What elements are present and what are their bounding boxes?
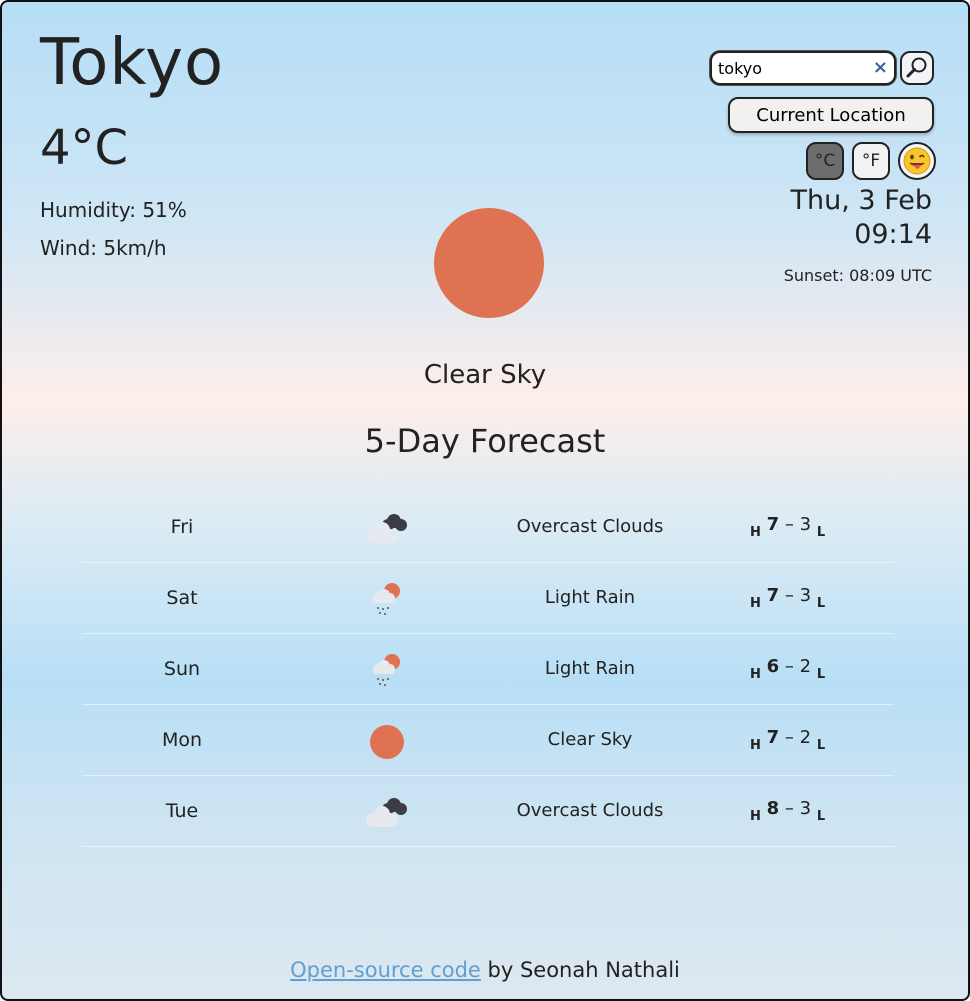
range-separator: –	[784, 585, 794, 606]
author-credit: by Seonah Nathali	[480, 958, 680, 982]
high-label: H	[750, 596, 761, 611]
forecast-day: Sat	[166, 587, 198, 609]
forecast-row: Sun Light Rain H 6 – 2 L	[82, 634, 894, 705]
forecast-row: Fri Overcast Clouds H 7 – 3 L	[82, 492, 894, 563]
humidity-text: Humidity: 51%	[40, 198, 187, 222]
range-separator: –	[784, 514, 794, 535]
forecast-temp-range: H 7 – 3 L	[750, 514, 825, 540]
forecast-high: 7	[766, 585, 780, 606]
low-label: L	[816, 525, 826, 540]
sun-icon	[434, 208, 544, 318]
high-label: H	[750, 738, 761, 753]
forecast-row: Tue Overcast Clouds H 8 – 3 L	[82, 776, 894, 847]
current-temperature: 4°C	[40, 120, 129, 176]
high-label: H	[750, 525, 761, 540]
low-label: L	[816, 667, 826, 682]
forecast-temp-range: H 7 – 2 L	[750, 727, 825, 753]
weather-app: Tokyo 4°C Humidity: 51% Wind: 5km/h × Cu…	[0, 0, 970, 1001]
forecast-description: Overcast Clouds	[516, 516, 664, 537]
source-code-link[interactable]: Open-source code	[290, 958, 481, 982]
forecast-temp-range: H 6 – 2 L	[750, 656, 825, 682]
forecast-high: 7	[766, 727, 780, 748]
range-separator: –	[784, 798, 794, 819]
current-condition: Clear Sky	[423, 360, 547, 390]
forecast-high: 7	[766, 514, 780, 535]
forecast-high: 6	[766, 656, 780, 677]
low-label: L	[816, 809, 826, 824]
forecast-temp-range: H 8 – 3 L	[750, 798, 825, 824]
light-rain-icon	[373, 583, 400, 615]
city-name: Tokyo	[40, 26, 225, 100]
forecast-description: Light Rain	[544, 587, 636, 608]
forecast-day: Fri	[170, 516, 194, 538]
current-time: 09:14	[854, 219, 932, 250]
low-label: L	[816, 738, 826, 753]
search-box: ×	[710, 51, 896, 85]
low-label: L	[816, 596, 826, 611]
celsius-button[interactable]: °C	[806, 142, 844, 180]
overcast-clouds-icon	[366, 514, 407, 543]
range-separator: –	[784, 656, 794, 677]
magnifier-icon	[906, 57, 927, 78]
forecast-description: Overcast Clouds	[516, 800, 664, 821]
forecast-day: Mon	[161, 729, 203, 751]
forecast-description: Clear Sky	[547, 729, 633, 750]
clear-search-icon[interactable]: ×	[873, 57, 888, 78]
forecast-low: 3	[799, 798, 812, 819]
light-rain-icon	[373, 654, 400, 686]
forecast-temp-range: H 7 – 3 L	[750, 585, 825, 611]
forecast-low: 2	[799, 727, 812, 748]
search-button[interactable]	[900, 51, 934, 85]
forecast-high: 8	[766, 798, 780, 819]
theme-toggle-button[interactable]	[898, 142, 936, 180]
tongue-face-emoji-icon	[903, 147, 931, 175]
sunset-time: Sunset: 08:09 UTC	[783, 266, 932, 285]
fahrenheit-button[interactable]: °F	[852, 142, 890, 180]
wind-text: Wind: 5km/h	[40, 236, 167, 260]
forecast-day: Tue	[165, 800, 199, 822]
forecast-description: Light Rain	[544, 658, 636, 679]
forecast-low: 3	[799, 514, 812, 535]
current-date: Thu, 3 Feb	[790, 185, 932, 216]
forecast-day: Sun	[163, 658, 201, 680]
overcast-clouds-icon	[366, 798, 407, 827]
forecast-title: 5-Day Forecast	[364, 422, 606, 460]
forecast-row: Sat Light Rain H 7 – 3 L	[82, 563, 894, 634]
clear-sky-icon	[370, 725, 404, 759]
high-label: H	[750, 809, 761, 824]
forecast-low: 3	[799, 585, 812, 606]
footer: Open-source code by Seonah Nathali	[2, 958, 968, 982]
range-separator: –	[784, 727, 794, 748]
forecast-row: Mon Clear Sky H 7 – 2 L	[82, 705, 894, 776]
high-label: H	[750, 667, 761, 682]
forecast-list: Fri Overcast Clouds H 7 – 3 L Sat Light	[82, 492, 894, 847]
current-location-button[interactable]: Current Location	[728, 97, 934, 133]
forecast-low: 2	[799, 656, 812, 677]
search-input[interactable]	[710, 51, 896, 85]
